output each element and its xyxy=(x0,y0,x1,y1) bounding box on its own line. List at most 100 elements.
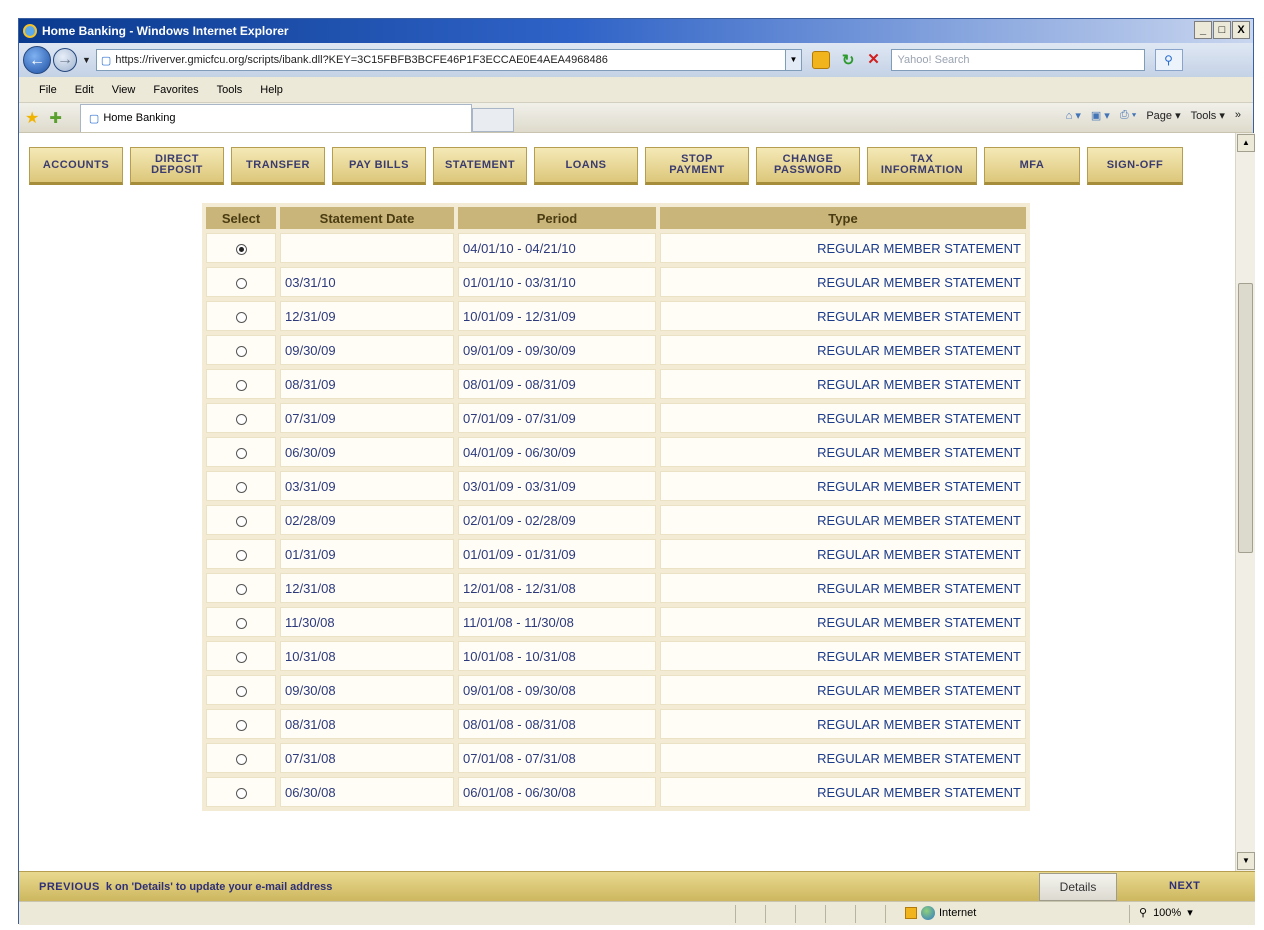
print-icon[interactable]: ⎙ ▾ xyxy=(1120,109,1136,122)
tools-menu[interactable]: Tools ▾ xyxy=(1191,109,1225,122)
statement-radio[interactable] xyxy=(235,447,247,459)
close-button[interactable]: X xyxy=(1232,21,1250,39)
statement-radio[interactable] xyxy=(235,515,247,527)
table-row[interactable]: 08/31/08 08/01/08 - 08/31/08 REGULAR MEMBE… xyxy=(206,709,1026,739)
table-row[interactable]: 10/31/08 10/01/08 - 10/31/08 REGULAR MEMBE… xyxy=(206,641,1026,671)
nav-pay-bills[interactable]: PAY BILLS xyxy=(332,147,426,185)
new-tab-button[interactable] xyxy=(471,107,514,132)
table-row[interactable]: 09/30/08 09/01/08 - 09/30/08 REGULAR MEMBE… xyxy=(206,675,1026,705)
period-cell: 10/01/08 - 10/31/08 xyxy=(458,641,656,671)
nav-loans[interactable]: LOANS xyxy=(534,147,638,185)
statement-radio[interactable] xyxy=(235,787,247,799)
menu-bar: File Edit View Favorites Tools Help xyxy=(19,77,1253,103)
feeds-icon[interactable]: ▣ ▾ xyxy=(1091,109,1110,122)
menu-file[interactable]: File xyxy=(39,84,57,96)
table-row[interactable]: 03/31/09 03/01/09 - 03/31/09 REGULAR MEMBE… xyxy=(206,471,1026,501)
forward-button[interactable]: → xyxy=(53,48,77,72)
table-row[interactable]: 08/31/09 08/01/09 - 08/31/09 REGULAR MEMBE… xyxy=(206,369,1026,399)
scroll-thumb[interactable] xyxy=(1238,283,1253,553)
nav-transfer[interactable]: TRANSFER xyxy=(231,147,325,185)
maximize-button[interactable]: □ xyxy=(1213,21,1231,39)
nav-accounts[interactable]: ACCOUNTS xyxy=(29,147,123,185)
search-input[interactable]: Yahoo! Search xyxy=(890,49,1145,71)
period-cell: 07/01/08 - 07/31/08 xyxy=(458,743,656,773)
period-cell: 07/01/09 - 07/31/09 xyxy=(458,403,656,433)
page-menu[interactable]: Page ▾ xyxy=(1146,109,1180,122)
statement-date-cell: 06/30/08 xyxy=(280,777,454,807)
statement-radio[interactable] xyxy=(235,413,247,425)
page-icon: ▢ xyxy=(100,54,112,67)
table-row[interactable]: 04/01/10 - 04/21/10 REGULAR MEMBER STATEM… xyxy=(206,233,1026,263)
table-row[interactable]: 07/31/09 07/01/09 - 07/31/09 REGULAR MEMBE… xyxy=(206,403,1026,433)
menu-help[interactable]: Help xyxy=(260,84,283,96)
address-field[interactable]: ▢ https://riverver.gmicfcu.org/scripts/i… xyxy=(95,49,786,71)
menu-view[interactable]: View xyxy=(112,84,136,96)
table-row[interactable]: 11/30/08 11/01/08 - 11/30/08 REGULAR MEMBE… xyxy=(206,607,1026,637)
statement-radio[interactable] xyxy=(235,345,247,357)
statement-date-cell: 07/31/08 xyxy=(280,743,454,773)
menu-edit[interactable]: Edit xyxy=(75,84,94,96)
tab-home-banking[interactable]: ▢ Home Banking xyxy=(79,103,472,132)
table-row[interactable]: 07/31/08 07/01/08 - 07/31/08 REGULAR MEMBE… xyxy=(206,743,1026,773)
table-row[interactable]: 06/30/08 06/01/08 - 06/30/08 REGULAR MEMBE… xyxy=(206,777,1026,807)
more-chevron[interactable]: » xyxy=(1235,109,1241,122)
vertical-scrollbar[interactable]: ▲ ▼ xyxy=(1235,133,1255,871)
minimize-button[interactable]: _ xyxy=(1194,21,1212,39)
table-row[interactable]: 12/31/08 12/01/08 - 12/31/08 REGULAR MEMBE… xyxy=(206,573,1026,603)
tools-menu-label: Tools xyxy=(1190,110,1217,122)
add-favorite-icon[interactable]: ✚ xyxy=(49,109,62,127)
statement-radio[interactable] xyxy=(235,719,247,731)
statement-radio[interactable] xyxy=(235,753,247,765)
nav-direct-deposit[interactable]: DIRECT DEPOSIT xyxy=(130,147,224,185)
lock-icon[interactable] xyxy=(811,51,830,69)
zoom-control[interactable]: ⚲ 100% ▾ xyxy=(1139,906,1193,920)
history-dropdown-icon[interactable]: ▼ xyxy=(82,55,91,65)
table-row[interactable]: 02/28/09 02/01/09 - 02/28/09 REGULAR MEMBE… xyxy=(206,505,1026,535)
nav-mfa[interactable]: MFA xyxy=(984,147,1080,185)
statement-radio[interactable] xyxy=(235,277,247,289)
scroll-down-icon[interactable]: ▼ xyxy=(1237,852,1255,870)
statement-date-cell: 10/31/08 xyxy=(280,641,454,671)
address-dropdown-icon[interactable]: ▼ xyxy=(785,49,802,71)
statement-radio[interactable] xyxy=(235,549,247,561)
back-button[interactable]: ← xyxy=(23,46,51,74)
statement-radio[interactable] xyxy=(235,651,247,663)
menu-tools[interactable]: Tools xyxy=(217,84,243,96)
favorites-star-icon[interactable]: ★ xyxy=(25,108,39,128)
table-row[interactable]: 12/31/09 10/01/09 - 12/31/09 REGULAR MEMBE… xyxy=(206,301,1026,331)
statement-radio[interactable] xyxy=(235,685,247,697)
statement-radio[interactable] xyxy=(235,243,247,255)
scroll-up-icon[interactable]: ▲ xyxy=(1237,134,1255,152)
statement-radio[interactable] xyxy=(235,311,247,323)
home-icon[interactable]: ⌂ ▾ xyxy=(1066,109,1081,122)
statement-radio[interactable] xyxy=(235,617,247,629)
security-zone[interactable]: Internet xyxy=(905,906,976,920)
nav-tax-information[interactable]: TAX INFORMATION xyxy=(867,147,977,185)
type-cell: REGULAR MEMBER STATEMENT xyxy=(660,267,1026,297)
table-row[interactable]: 03/31/10 01/01/10 - 03/31/10 REGULAR MEMBE… xyxy=(206,267,1026,297)
search-icon[interactable]: ⚲ xyxy=(1154,49,1183,71)
statement-date-cell: 01/31/09 xyxy=(280,539,454,569)
nav-sign-off[interactable]: SIGN-OFF xyxy=(1087,147,1183,185)
previous-button[interactable]: PREVIOUS xyxy=(39,881,100,893)
statement-date-cell: 11/30/08 xyxy=(280,607,454,637)
next-button[interactable]: NEXT xyxy=(1169,880,1200,892)
refresh-icon[interactable]: ↻ xyxy=(842,51,855,69)
main-nav: ACCOUNTS DIRECT DEPOSIT TRANSFER PAY BIL… xyxy=(29,147,1183,185)
table-row[interactable]: 09/30/09 09/01/09 - 09/30/09 REGULAR MEMBE… xyxy=(206,335,1026,365)
statement-radio[interactable] xyxy=(235,379,247,391)
menu-favorites[interactable]: Favorites xyxy=(153,84,198,96)
nav-stop-payment[interactable]: STOP PAYMENT xyxy=(645,147,749,185)
select-cell xyxy=(206,471,276,501)
nav-change-password[interactable]: CHANGE PASSWORD xyxy=(756,147,860,185)
details-button[interactable]: Details xyxy=(1039,873,1117,901)
type-cell: REGULAR MEMBER STATEMENT xyxy=(660,607,1026,637)
statement-radio[interactable] xyxy=(235,481,247,493)
statement-radio[interactable] xyxy=(235,583,247,595)
stop-icon[interactable]: ✕ xyxy=(865,51,883,69)
table-row[interactable]: 06/30/09 04/01/09 - 06/30/09 REGULAR MEMBE… xyxy=(206,437,1026,467)
period-cell: 01/01/09 - 01/31/09 xyxy=(458,539,656,569)
statement-date-cell: 12/31/09 xyxy=(280,301,454,331)
nav-statement[interactable]: STATEMENT xyxy=(433,147,527,185)
table-row[interactable]: 01/31/09 01/01/09 - 01/31/09 REGULAR MEMBE… xyxy=(206,539,1026,569)
